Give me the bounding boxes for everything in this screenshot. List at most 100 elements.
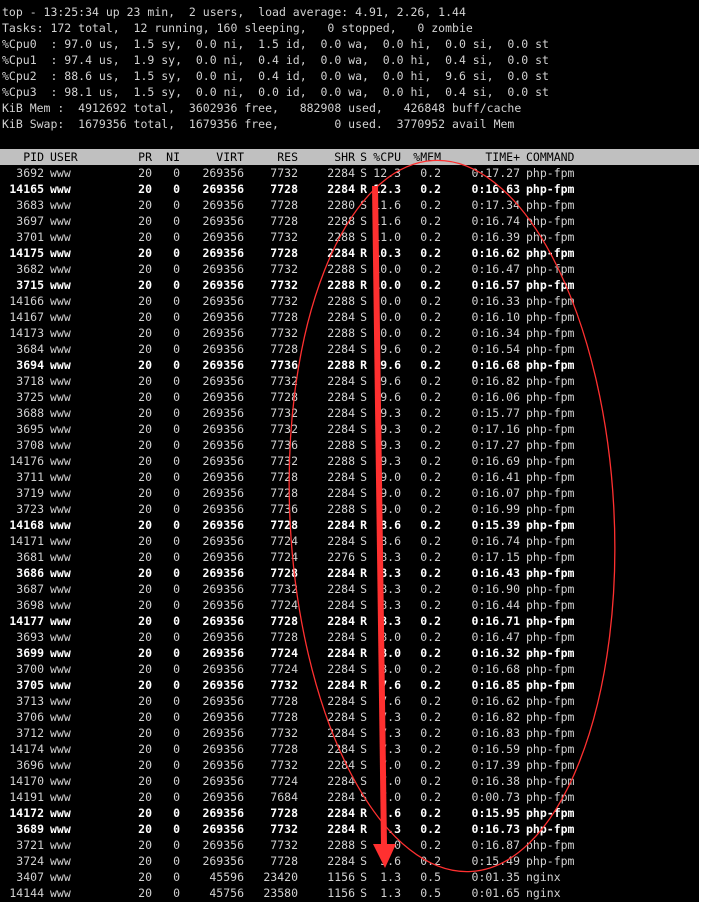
- cell-mem: 0.2: [420, 358, 441, 372]
- cell-cpu: 9.6: [380, 342, 401, 356]
- cell-res: 23580: [263, 886, 298, 900]
- cell-pr: 20: [138, 758, 152, 772]
- cell-pr: 20: [138, 678, 152, 692]
- cell-time: 0:17.27: [471, 166, 520, 180]
- cell-ni: 0: [173, 246, 180, 260]
- column-header-time: TIME+: [485, 150, 520, 164]
- cell-state: S: [360, 486, 367, 500]
- process-row: 3682 www 20 0 269356 7732 2288 S 10.0 0.2 0:16.47 p…: [0, 261, 699, 277]
- cell-pr: 20: [138, 566, 152, 580]
- cell-pr: 20: [138, 742, 152, 756]
- cell-shr: 2284: [327, 166, 355, 180]
- cell-pid: 3723: [16, 502, 44, 516]
- cell-time: 0:17.34: [471, 198, 520, 212]
- cell-user: www: [50, 646, 71, 660]
- cell-pid: 3693: [16, 630, 44, 644]
- cell-ni: 0: [173, 870, 180, 884]
- cell-pr: 20: [138, 518, 152, 532]
- cell-ni: 0: [173, 518, 180, 532]
- cell-time: 0:16.57: [471, 278, 520, 292]
- cell-ni: 0: [173, 486, 180, 500]
- cell-pr: 20: [138, 854, 152, 868]
- cell-user: www: [50, 342, 71, 356]
- cell-virt: 269356: [202, 230, 244, 244]
- cell-res: 7728: [270, 214, 298, 228]
- cell-ni: 0: [173, 582, 180, 596]
- cell-pid: 3711: [16, 470, 44, 484]
- cell-time: 0:16.07: [471, 486, 520, 500]
- cell-mem: 0.2: [420, 774, 441, 788]
- cell-pid: 3681: [16, 550, 44, 564]
- cell-user: www: [50, 374, 71, 388]
- cell-cpu: 6.6: [380, 806, 401, 820]
- process-row: 3721 www 20 0 269356 7732 2288 S 6.0 0.2 0:16.87 ph…: [0, 837, 699, 853]
- cell-command: php-fpm: [526, 518, 575, 532]
- cell-state: R: [360, 678, 367, 692]
- terminal-window[interactable]: top - 13:25:34 up 23 min, 2 users, load …: [0, 0, 699, 902]
- cell-user: www: [50, 518, 71, 532]
- process-row: 3694 www 20 0 269356 7736 2288 R 9.6 0.2 0:16.68 ph…: [0, 357, 699, 373]
- summary-line: KiB Swap: 1679356 total, 1679356 free, 0…: [2, 117, 515, 131]
- process-row: 14144 www 20 0 45756 23580 1156 S 1.3 0.5 0:01.65 n…: [0, 885, 699, 901]
- cell-res: 23420: [263, 870, 298, 884]
- cell-user: www: [50, 694, 71, 708]
- cell-command: php-fpm: [526, 758, 575, 772]
- cell-state: R: [360, 182, 367, 196]
- cell-shr: 2288: [327, 838, 355, 852]
- cell-mem: 0.2: [420, 438, 441, 452]
- cell-state: S: [360, 198, 367, 212]
- cell-ni: 0: [173, 374, 180, 388]
- cell-virt: 269356: [202, 550, 244, 564]
- cell-mem: 0.2: [420, 598, 441, 612]
- cell-state: S: [360, 742, 367, 756]
- cell-ni: 0: [173, 614, 180, 628]
- cell-res: 7728: [270, 198, 298, 212]
- cell-command: php-fpm: [526, 470, 575, 484]
- cell-state: S: [360, 870, 367, 884]
- cell-time: 0:15.49: [471, 854, 520, 868]
- process-row: 3724 www 20 0 269356 7728 2284 S 5.6 0.2 0:15.49 ph…: [0, 853, 699, 869]
- cell-user: www: [50, 486, 71, 500]
- cell-ni: 0: [173, 726, 180, 740]
- cell-cpu: 12.3: [373, 182, 401, 196]
- process-row: 14171 www 20 0 269356 7724 2284 S 8.6 0.2 0:16.74 p…: [0, 533, 699, 549]
- cell-time: 0:16.83: [471, 726, 520, 740]
- cell-time: 0:16.68: [471, 662, 520, 676]
- cell-command: php-fpm: [526, 838, 575, 852]
- cell-res: 7736: [270, 358, 298, 372]
- cell-pr: 20: [138, 598, 152, 612]
- cell-mem: 0.2: [420, 342, 441, 356]
- cell-mem: 0.2: [420, 486, 441, 500]
- cell-shr: 2284: [327, 774, 355, 788]
- cell-virt: 269356: [202, 454, 244, 468]
- process-row: 3407 www 20 0 45596 23420 1156 S 1.3 0.5 0:01.35 ng…: [0, 869, 699, 885]
- cell-ni: 0: [173, 774, 180, 788]
- cell-mem: 0.2: [420, 246, 441, 260]
- cell-cpu: 9.6: [380, 390, 401, 404]
- cell-cpu: 10.0: [373, 310, 401, 324]
- cell-user: www: [50, 854, 71, 868]
- cell-pid: 14166: [9, 294, 44, 308]
- cell-cpu: 7.6: [380, 694, 401, 708]
- process-table: 3692 www 20 0 269356 7732 2284 S 12.3 0.2 0:17.27 p…: [0, 165, 699, 901]
- cell-mem: 0.2: [420, 518, 441, 532]
- cell-time: 0:01.35: [471, 870, 520, 884]
- cell-state: S: [360, 582, 367, 596]
- cell-state: S: [360, 470, 367, 484]
- cell-mem: 0.2: [420, 694, 441, 708]
- cell-time: 0:16.99: [471, 502, 520, 516]
- cell-cpu: 8.3: [380, 566, 401, 580]
- cell-command: php-fpm: [526, 742, 575, 756]
- cell-time: 0:16.47: [471, 630, 520, 644]
- cell-res: 7732: [270, 262, 298, 276]
- cell-mem: 0.2: [420, 822, 441, 836]
- cell-user: www: [50, 678, 71, 692]
- cell-cpu: 9.3: [380, 454, 401, 468]
- cell-pr: 20: [138, 822, 152, 836]
- cell-state: S: [360, 598, 367, 612]
- column-header-command: COMMAND: [526, 150, 575, 164]
- cell-virt: 269356: [202, 646, 244, 660]
- cell-state: R: [360, 646, 367, 660]
- cell-cpu: 9.0: [380, 502, 401, 516]
- cell-res: 7728: [270, 518, 298, 532]
